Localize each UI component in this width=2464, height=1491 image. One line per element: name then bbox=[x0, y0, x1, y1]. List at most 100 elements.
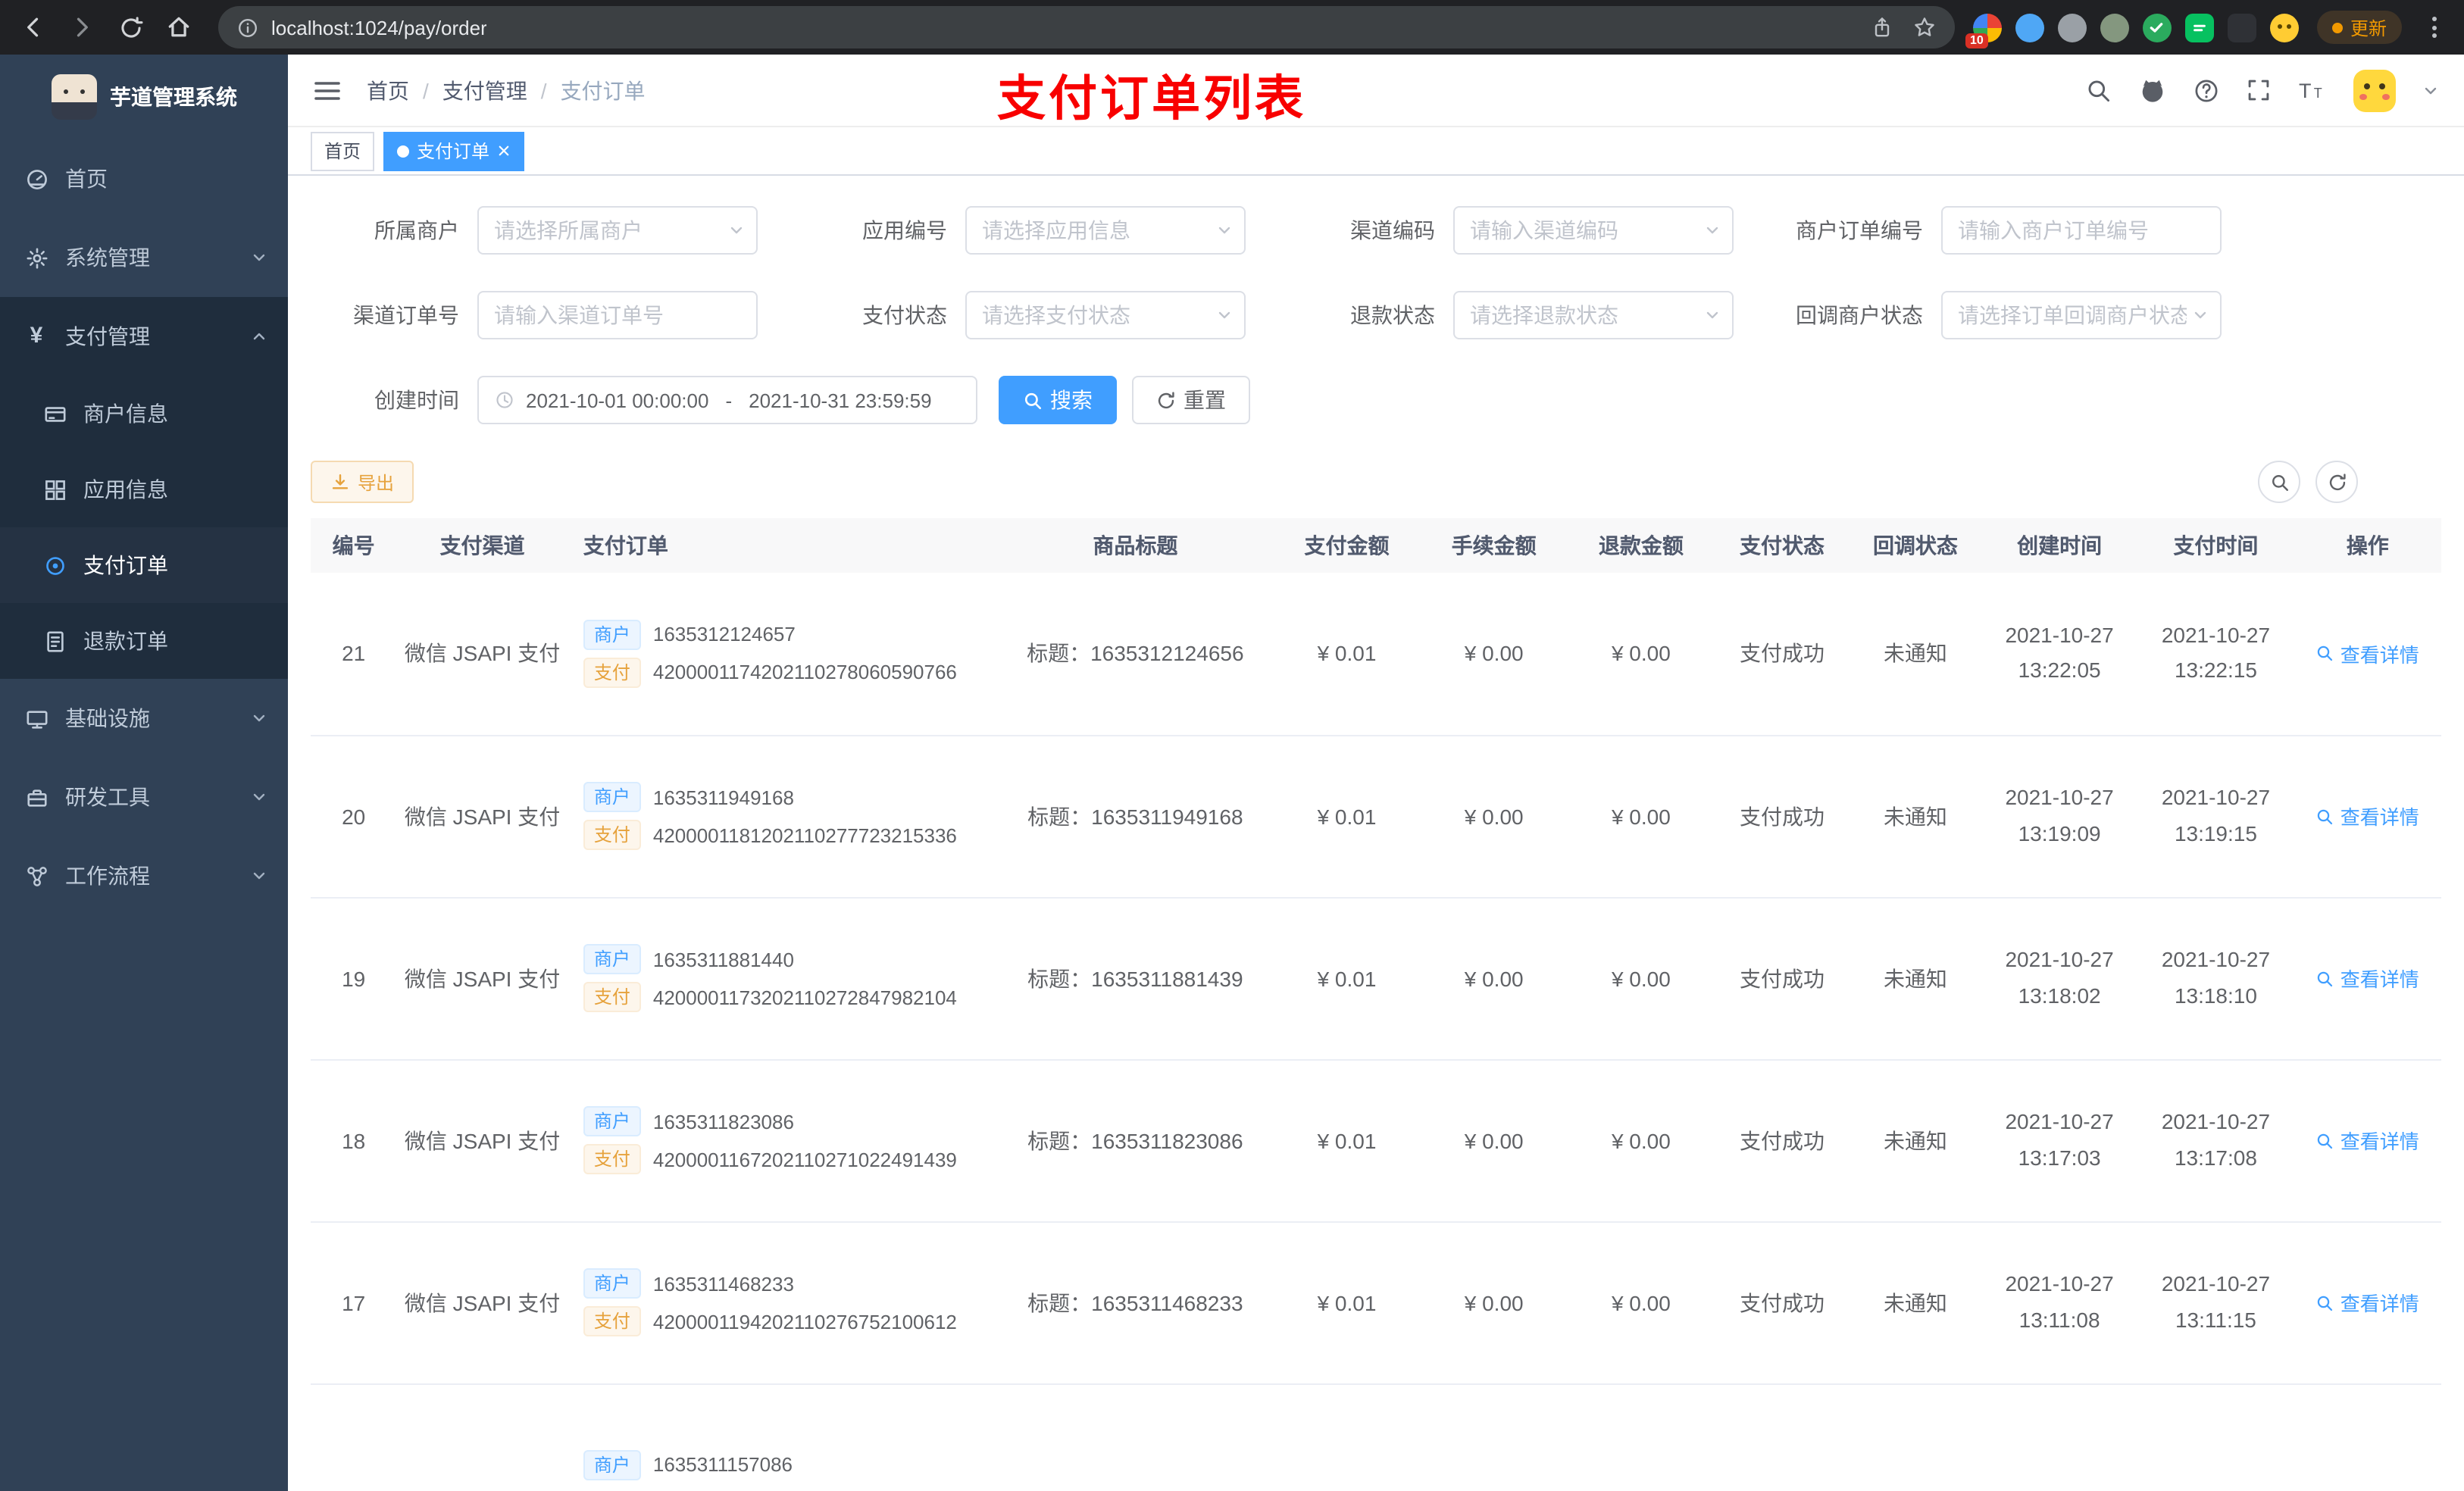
update-dot-icon bbox=[2331, 22, 2343, 33]
toggle-search-button[interactable] bbox=[2258, 461, 2300, 503]
merchant-order-no-input[interactable] bbox=[1943, 208, 2220, 253]
toolbox-icon bbox=[24, 785, 48, 809]
site-info-icon[interactable] bbox=[236, 16, 259, 39]
notify-status-input[interactable] bbox=[1943, 292, 2220, 338]
sidebar-item-system[interactable]: 系统管理 bbox=[0, 218, 288, 297]
view-detail-link[interactable]: 查看详情 bbox=[2316, 1126, 2419, 1155]
breadcrumb-home[interactable]: 首页 bbox=[367, 75, 409, 105]
update-label: 更新 bbox=[2350, 17, 2387, 39]
sidebar-item-infrastructure[interactable]: 基础设施 bbox=[0, 679, 288, 758]
view-detail-link[interactable]: 查看详情 bbox=[2316, 964, 2419, 992]
col-refund: 退款金额 bbox=[1567, 518, 1715, 573]
extension-badge: 10 bbox=[1965, 33, 1988, 48]
extension-icon[interactable] bbox=[2184, 13, 2214, 42]
view-detail-link[interactable]: 查看详情 bbox=[2316, 639, 2419, 668]
sidebar-item-home[interactable]: 首页 bbox=[0, 139, 288, 218]
monitor-icon bbox=[24, 706, 48, 730]
chevron-down-icon bbox=[250, 788, 268, 806]
sidebar-item-pay-order[interactable]: 支付订单 bbox=[0, 527, 288, 603]
workflow-icon bbox=[24, 864, 48, 888]
search-button[interactable]: 搜索 bbox=[999, 376, 1117, 424]
field-label: 应用编号 bbox=[862, 218, 947, 242]
bookmark-star-icon[interactable] bbox=[1912, 15, 1937, 39]
refund-status-input[interactable] bbox=[1455, 292, 1732, 338]
channel-code-input[interactable] bbox=[1455, 208, 1732, 253]
merchant-order-no-field bbox=[1941, 206, 2222, 255]
search-icon bbox=[2318, 1295, 2333, 1311]
app-select-input[interactable] bbox=[967, 208, 1244, 253]
share-icon[interactable] bbox=[1870, 15, 1894, 39]
pay-tag: 支付 bbox=[583, 1144, 641, 1174]
export-button[interactable]: 导出 bbox=[311, 461, 414, 503]
breadcrumb-payment[interactable]: 支付管理 bbox=[442, 75, 527, 105]
github-icon[interactable] bbox=[2138, 76, 2167, 105]
sidebar-item-workflow[interactable]: 工作流程 bbox=[0, 836, 288, 915]
tab-home[interactable]: 首页 bbox=[311, 131, 375, 170]
sidebar-item-label: 首页 bbox=[65, 167, 108, 191]
chevron-down-icon[interactable] bbox=[2422, 81, 2440, 99]
user-avatar[interactable] bbox=[2353, 69, 2396, 111]
date-end[interactable]: 2021-10-31 23:59:59 bbox=[749, 389, 931, 411]
address-bar[interactable]: localhost:1024/pay/order bbox=[218, 6, 1955, 48]
font-size-icon[interactable]: TT bbox=[2297, 77, 2328, 104]
browser-menu-button[interactable] bbox=[2422, 9, 2446, 45]
close-icon[interactable] bbox=[497, 144, 511, 158]
search-icon[interactable] bbox=[2085, 77, 2112, 104]
col-fee: 手续金额 bbox=[1420, 518, 1568, 573]
extension-icon[interactable] bbox=[2057, 13, 2087, 42]
sidebar-item-app-info[interactable]: 应用信息 bbox=[0, 452, 288, 527]
browser-forward-button[interactable] bbox=[61, 6, 103, 48]
sidebar-item-merchant-info[interactable]: 商户信息 bbox=[0, 376, 288, 452]
extensions-area: 10 更新 bbox=[1965, 9, 2452, 48]
date-start[interactable]: 2021-10-01 00:00:00 bbox=[526, 389, 708, 411]
search-icon bbox=[2318, 971, 2333, 986]
chevron-down-icon bbox=[250, 709, 268, 727]
browser-reload-button[interactable] bbox=[109, 6, 152, 48]
channel-order-no-input[interactable] bbox=[479, 292, 756, 338]
browser-back-button[interactable] bbox=[12, 6, 55, 48]
extension-icon[interactable] bbox=[2142, 13, 2172, 42]
search-icon bbox=[2272, 474, 2287, 490]
reset-button[interactable]: 重置 bbox=[1132, 376, 1250, 424]
browser-home-button[interactable] bbox=[158, 6, 200, 48]
tabs-bar: 首页 支付订单 bbox=[288, 127, 2464, 176]
clock-icon bbox=[494, 389, 515, 411]
chat-icon bbox=[2194, 23, 2206, 31]
orders-table: 编号 支付渠道 支付订单 商品标题 支付金额 手续金额 退款金额 支付状态 回调… bbox=[311, 518, 2441, 1491]
fullscreen-icon[interactable] bbox=[2246, 77, 2272, 103]
app-logo[interactable]: 芋道管理系统 bbox=[0, 55, 288, 139]
field-label: 创建时间 bbox=[374, 388, 459, 412]
field-label: 渠道订单号 bbox=[353, 303, 459, 327]
extension-icon[interactable]: 10 bbox=[1965, 13, 2002, 48]
sidebar-item-payment[interactable]: ¥ 支付管理 bbox=[0, 297, 288, 376]
extension-icon[interactable] bbox=[2100, 13, 2129, 42]
extension-icon[interactable] bbox=[2269, 13, 2299, 42]
sidebar-toggle-button[interactable] bbox=[312, 75, 342, 105]
url-text[interactable]: localhost:1024/pay/order bbox=[271, 16, 487, 39]
sidebar-item-label: 研发工具 bbox=[65, 785, 150, 809]
view-detail-link[interactable]: 查看详情 bbox=[2316, 1288, 2419, 1317]
merchant-select-input[interactable] bbox=[479, 208, 756, 253]
browser-update-button[interactable]: 更新 bbox=[2316, 11, 2402, 44]
sidebar-item-label: 系统管理 bbox=[65, 245, 150, 270]
sidebar-item-dev-tools[interactable]: 研发工具 bbox=[0, 758, 288, 836]
view-detail-link[interactable]: 查看详情 bbox=[2316, 802, 2419, 830]
breadcrumb-current: 支付订单 bbox=[560, 78, 646, 102]
create-time-range-picker[interactable]: 2021-10-01 00:00:00 - 2021-10-31 23:59:5… bbox=[477, 376, 977, 424]
tab-pay-order[interactable]: 支付订单 bbox=[383, 131, 525, 170]
help-icon[interactable] bbox=[2193, 77, 2220, 104]
document-icon bbox=[42, 629, 67, 653]
extension-icon[interactable] bbox=[2227, 13, 2256, 42]
merchant-tag: 商户 bbox=[583, 619, 641, 650]
sidebar-item-refund-order[interactable]: 退款订单 bbox=[0, 603, 288, 679]
merchant-tag: 商户 bbox=[583, 1449, 641, 1480]
refresh-table-button[interactable] bbox=[2315, 461, 2358, 503]
bank-card-icon bbox=[42, 402, 67, 426]
field-label: 退款状态 bbox=[1350, 303, 1435, 327]
extension-icon[interactable] bbox=[2015, 13, 2044, 42]
notify-status-select bbox=[1941, 291, 2222, 339]
pay-status-input[interactable] bbox=[967, 292, 1244, 338]
pay-tag: 支付 bbox=[583, 820, 641, 850]
col-status: 支付状态 bbox=[1714, 518, 1850, 573]
search-icon bbox=[1024, 392, 1042, 409]
